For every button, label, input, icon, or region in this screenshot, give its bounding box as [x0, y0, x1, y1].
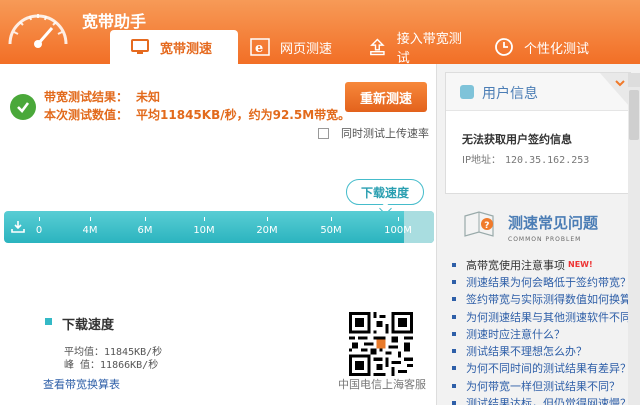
- bullet-icon: [452, 297, 456, 302]
- upload-test-checkbox[interactable]: [318, 127, 329, 139]
- faq-item-label: 为何不同时间的测试结果有差异？: [466, 362, 631, 376]
- bullet-icon: [452, 331, 456, 336]
- scrollbar-thumb[interactable]: [629, 90, 639, 140]
- result-speed-label: 本次测试数值：: [44, 108, 129, 122]
- faq-book-icon: ?: [464, 211, 494, 237]
- app-header: 宽带助手 宽带测速 e 网页测速 接入带宽测试 个性化测试: [0, 0, 640, 66]
- upload-test-label: 同时测试上传速率: [341, 127, 429, 140]
- meter-tick-mark: [204, 217, 205, 221]
- tab-label: 网页测速: [280, 41, 333, 57]
- user-info-icon: [460, 85, 474, 99]
- app-title: 宽带助手: [82, 12, 147, 31]
- svg-text:?: ?: [484, 221, 489, 231]
- qr-code-icon: [349, 312, 413, 376]
- faq-item[interactable]: 测速时应注意什么？: [452, 325, 638, 342]
- ip-label: IP地址：: [462, 155, 501, 166]
- meter-tick-label: 10M: [193, 225, 215, 236]
- ip-value: 120.35.162.253: [504, 155, 590, 166]
- peak-speed: 峰 值：11866KB/秒: [64, 356, 158, 371]
- ie-browser-icon: e: [250, 38, 270, 56]
- faq-item[interactable]: 为何测速结果与其他测速软件不同？: [452, 308, 638, 325]
- faq-list: 高带宽使用注意事项 NEW! 测速结果为何会略低于签约带宽？ 签约带宽与实际测得数值如…: [452, 256, 638, 405]
- meter-tick-label: 50M: [320, 225, 342, 236]
- user-info-card: 用户信息 无法获取用户签约信息 IP地址： 120.35.162.253: [445, 72, 631, 194]
- faq-item-label: 测速时应注意什么？: [466, 327, 565, 341]
- download-tray-icon: [11, 221, 25, 233]
- bullet-icon: [452, 383, 456, 388]
- bullet-icon: [452, 314, 456, 319]
- tab-access-bandwidth[interactable]: 接入带宽测试: [356, 30, 482, 66]
- result-speed: 本次测试数值： 平均11845KB/秒，约为92.5M带宽。: [44, 106, 350, 123]
- tab-custom-test[interactable]: 个性化测试: [482, 30, 606, 64]
- tab-web-speed[interactable]: e 网页测速: [238, 30, 356, 64]
- meter-tick-label: 4M: [82, 225, 98, 236]
- faq-item-label: 签约带宽与实际测得数值如何换算？: [466, 293, 638, 307]
- meter-tick-mark: [90, 217, 91, 221]
- result-status-label: 带宽测试结果：: [44, 90, 129, 104]
- retest-button[interactable]: 重新测速: [345, 82, 427, 112]
- user-ip: IP地址： 120.35.162.253: [462, 151, 589, 166]
- result-status-value: 未知: [136, 90, 161, 104]
- meter-tick-label: 20M: [256, 225, 278, 236]
- success-check-icon: [10, 94, 36, 120]
- meter-tick-label: 6M: [137, 225, 153, 236]
- new-badge: NEW!: [568, 260, 593, 270]
- faq-item-label: 高带宽使用注意事项: [466, 258, 565, 272]
- faq-item[interactable]: 测试结果达标，但仍觉得网速慢？: [452, 394, 638, 405]
- meter-tick-label: 0: [35, 225, 43, 236]
- faq-item[interactable]: 测试结果不理想怎么办？: [452, 342, 638, 359]
- meter-tick-mark: [145, 217, 146, 221]
- result-speed-value: 平均11845KB/秒，约为92.5M带宽。: [136, 108, 351, 122]
- meter-tick-mark: [39, 217, 40, 221]
- upload-person-icon: [370, 38, 385, 56]
- tab-label: 个性化测试: [524, 41, 590, 57]
- faq-item-label: 测试结果达标，但仍觉得网速慢？: [466, 397, 631, 405]
- faq-item[interactable]: 为何带宽一样但测试结果不同？: [452, 377, 638, 394]
- bullet-icon: [452, 349, 456, 354]
- series-marker: [45, 318, 52, 325]
- faq-item-label: 测速结果为何会略低于签约带宽？: [466, 275, 631, 289]
- collapse-corner-icon[interactable]: [600, 73, 630, 107]
- bullet-icon: [452, 279, 456, 284]
- bullet-icon: [452, 262, 456, 267]
- speedometer-logo-icon: [8, 14, 68, 48]
- svg-text:e: e: [255, 41, 263, 56]
- qr-caption: 中国电信上海客服: [338, 378, 426, 391]
- faq-item[interactable]: 签约带宽与实际测得数值如何换算？: [452, 291, 638, 308]
- tab-label: 宽带测速: [160, 41, 213, 57]
- faq-title: 测速常见问题: [508, 214, 599, 232]
- download-speed-tag: 下载速度: [346, 179, 424, 205]
- faq-item-label: 测试结果不理想怎么办？: [466, 345, 587, 359]
- clock-icon: [495, 38, 513, 56]
- user-info-message: 无法获取用户签约信息: [462, 133, 572, 146]
- main-tabs: 宽带测速 e 网页测速 接入带宽测试 个性化测试: [110, 30, 606, 66]
- peak-label: 峰 值：: [64, 360, 101, 371]
- stats-title: 下载速度: [62, 318, 115, 333]
- tab-broadband-speed[interactable]: 宽带测速: [110, 30, 238, 64]
- faq-item-label: 为何测速结果与其他测速软件不同？: [466, 310, 638, 324]
- peak-value: 11866KB/秒: [100, 360, 159, 371]
- test-result: 带宽测试结果： 未知 本次测试数值： 平均11845KB/秒，约为92.5M带宽。 …: [0, 64, 436, 142]
- result-status: 带宽测试结果： 未知: [44, 88, 160, 105]
- tab-label: 接入带宽测试: [396, 32, 462, 66]
- faq-subtitle: COMMON PROBLEM: [508, 236, 582, 243]
- meter-tick-mark: [331, 217, 332, 221]
- meter-tick-mark: [267, 217, 268, 221]
- bullet-icon: [452, 401, 456, 405]
- upload-test-option[interactable]: 同时测试上传速率: [318, 125, 429, 141]
- user-info-title: 用户信息: [482, 86, 538, 102]
- bandwidth-conversion-link[interactable]: 查看带宽换算表: [43, 376, 120, 392]
- bullet-icon: [452, 366, 456, 371]
- faq-item[interactable]: 高带宽使用注意事项 NEW!: [452, 256, 638, 273]
- meter-tick-mark: [398, 217, 399, 221]
- meter-tick-label: 100M: [384, 225, 412, 236]
- faq-item[interactable]: 测速结果为何会略低于签约带宽？: [452, 273, 638, 290]
- faq-item[interactable]: 为何不同时间的测试结果有差异？: [452, 360, 638, 377]
- scroll-up-button[interactable]: [628, 73, 640, 87]
- speed-meter-bar: 0 4M 6M 10M 20M 50M 100M: [4, 211, 434, 243]
- faq-item-label: 为何带宽一样但测试结果不同？: [466, 379, 620, 393]
- monitor-icon: [131, 39, 149, 54]
